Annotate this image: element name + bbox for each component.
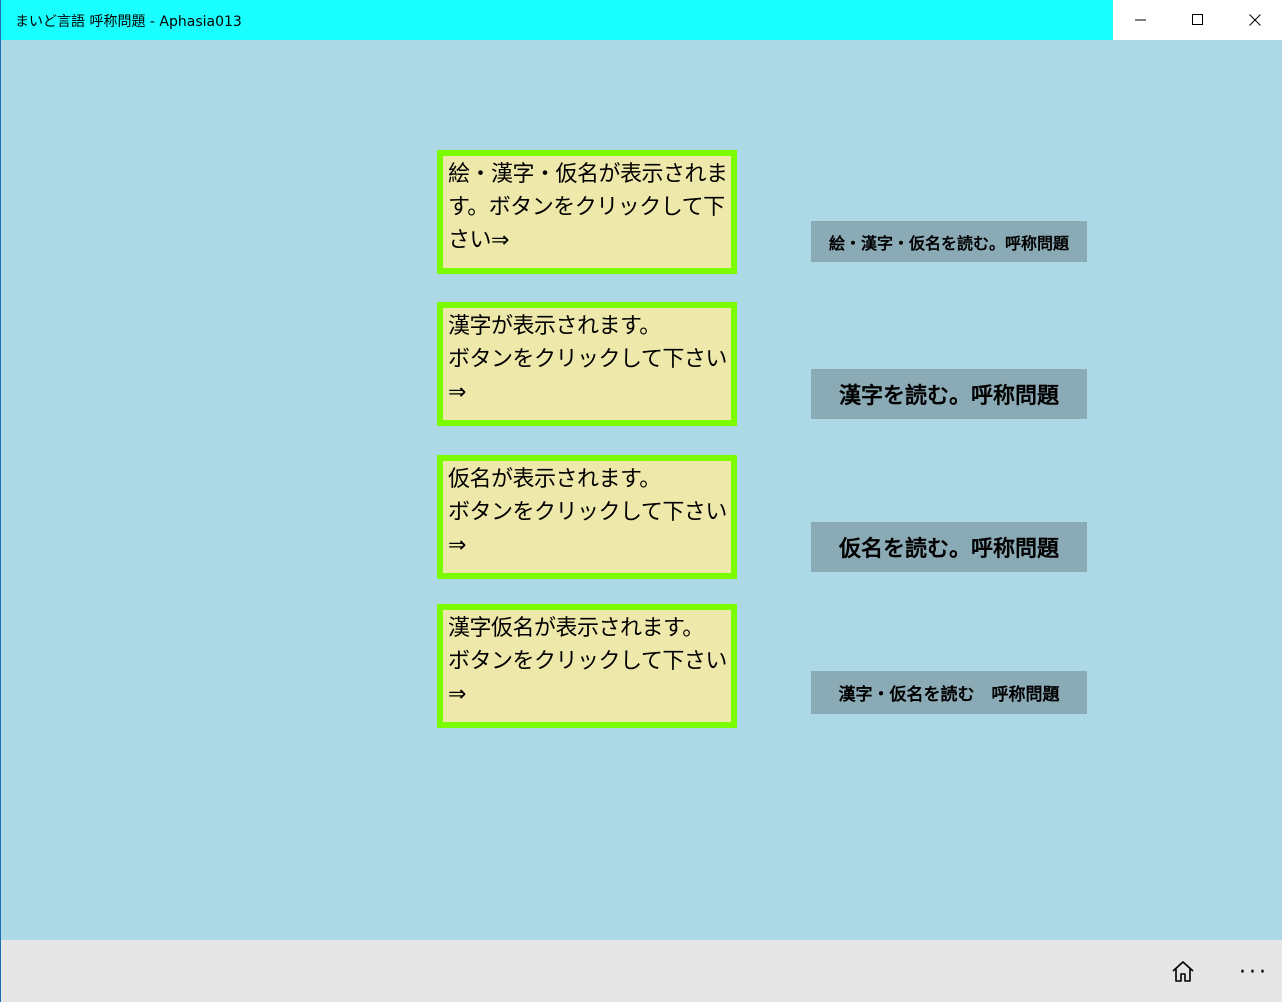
close-icon — [1249, 14, 1261, 26]
app-bar: ··· — [1, 940, 1282, 1002]
app-window: まいど言語 呼称問題 - Aphasia013 絵・漢字・仮名が表示されます。ボ… — [0, 0, 1282, 1002]
main-content: 絵・漢字・仮名が表示されます。ボタンをクリックして下さい⇒ 漢字が表示されます。… — [1, 40, 1282, 940]
more-options-button[interactable]: ··· — [1229, 948, 1279, 996]
read-kana-button[interactable]: 仮名を読む。呼称問題 — [811, 522, 1087, 572]
home-icon — [1172, 961, 1194, 982]
prompt-box-picture-kanji-kana: 絵・漢字・仮名が表示されます。ボタンをクリックして下さい⇒ — [437, 150, 737, 274]
read-kanji-button[interactable]: 漢字を読む。呼称問題 — [811, 369, 1087, 419]
minimize-button[interactable] — [1113, 0, 1169, 40]
read-picture-kanji-kana-button[interactable]: 絵・漢字・仮名を読む。呼称問題 — [811, 221, 1087, 262]
window-title: まいど言語 呼称問題 - Aphasia013 — [15, 14, 242, 30]
minimize-icon — [1135, 19, 1146, 21]
maximize-icon — [1192, 14, 1203, 25]
read-kanji-kana-button[interactable]: 漢字・仮名を読む 呼称問題 — [811, 671, 1087, 714]
title-bar[interactable]: まいど言語 呼称問題 - Aphasia013 — [1, 0, 1282, 40]
maximize-button[interactable] — [1170, 0, 1226, 40]
home-button[interactable] — [1163, 948, 1203, 996]
prompt-box-kanji-kana: 漢字仮名が表示されます。 ボタンをクリックして下さい⇒ — [437, 604, 737, 728]
prompt-box-kana: 仮名が表示されます。 ボタンをクリックして下さい⇒ — [437, 455, 737, 579]
prompt-box-kanji: 漢字が表示されます。 ボタンをクリックして下さい⇒ — [437, 302, 737, 426]
close-button[interactable] — [1227, 0, 1282, 40]
